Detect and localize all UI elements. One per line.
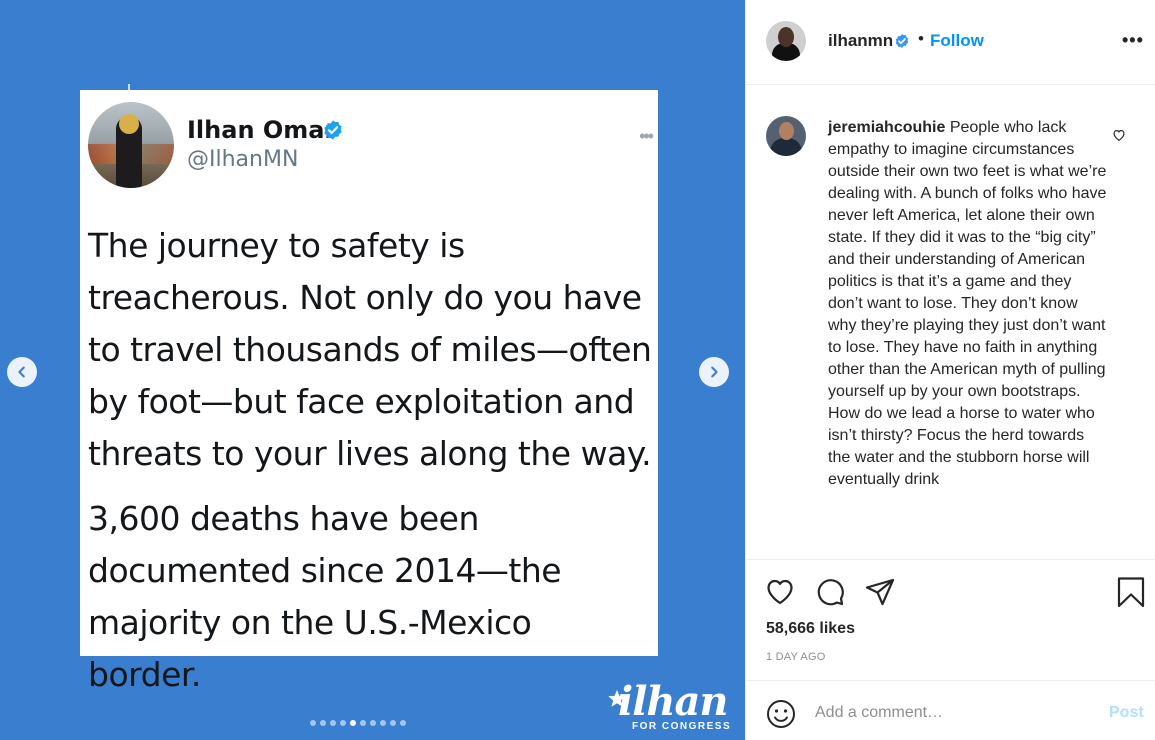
carousel-dot (350, 720, 356, 726)
tweet-paragraph: 3,600 deaths have been documented since … (88, 499, 562, 694)
tweet-paragraph: The journey to safety is treacherous. No… (88, 226, 652, 473)
carousel-dot (390, 720, 396, 726)
more-options-button[interactable]: ••• (1122, 30, 1144, 51)
comment-username[interactable]: jeremiahcouhie (828, 119, 945, 136)
verified-badge-icon (324, 120, 342, 140)
post-comment-button[interactable]: Post (1109, 704, 1144, 722)
post-side-panel: ilhanmn • Follow ••• jeremiahcouhie Peop… (745, 0, 1155, 740)
verified-badge-icon (895, 34, 909, 48)
heart-icon[interactable] (764, 576, 796, 608)
carousel-dot (330, 720, 336, 726)
carousel-dot (380, 720, 386, 726)
post-username[interactable]: ilhanmn (828, 31, 893, 51)
carousel-dot (400, 720, 406, 726)
carousel-dot (370, 720, 376, 726)
carousel-dot (320, 720, 326, 726)
tweet-card: Ilhan Omar @IlhanMN ••• The journey to s… (80, 90, 658, 694)
comment-avatar[interactable] (766, 116, 806, 156)
share-icon[interactable] (864, 576, 896, 608)
follow-button[interactable]: Follow (930, 31, 984, 51)
comment-like-icon[interactable] (1112, 128, 1126, 142)
comment-text: jeremiahcouhie People who lack empathy t… (828, 117, 1110, 491)
post-timestamp[interactable]: 1 DAY AGO (766, 651, 825, 663)
tweet-handle: @IlhanMN (187, 147, 299, 172)
chevron-right-icon (711, 366, 718, 378)
comment-input[interactable] (815, 701, 1095, 725)
post-media: Ilhan Omar @IlhanMN ••• The journey to s… (0, 0, 745, 740)
comment-body: People who lack empathy to imagine circu… (828, 119, 1107, 488)
likes-count[interactable]: 58,666 likes (766, 620, 855, 638)
carousel-dot (340, 720, 346, 726)
brand-name: ilhan (618, 678, 728, 725)
add-comment-bar: Post (746, 680, 1155, 740)
separator-dot: • (918, 29, 924, 48)
previous-slide-button[interactable] (7, 357, 37, 387)
comment-icon[interactable] (814, 576, 846, 608)
carousel-dot (360, 720, 366, 726)
post-actions (746, 576, 1155, 610)
tweet-body: The journey to safety is treacherous. No… (88, 220, 653, 701)
carousel-indicator (310, 720, 406, 726)
comments-list[interactable]: jeremiahcouhie People who lack empathy t… (746, 86, 1155, 560)
avatar[interactable] (766, 21, 806, 61)
brand-logo: ilhan FOR CONGRESS (606, 678, 736, 734)
tweet-author-name: Ilhan Omar (187, 116, 337, 144)
bookmark-icon[interactable] (1115, 576, 1147, 608)
post-header: ilhanmn • Follow ••• (746, 0, 1155, 85)
emoji-icon[interactable] (766, 699, 796, 729)
tweet-avatar (88, 102, 174, 188)
carousel-dot (310, 720, 316, 726)
next-slide-button[interactable] (699, 357, 729, 387)
chevron-left-icon (18, 366, 25, 378)
brand-subtitle: FOR CONGRESS (632, 721, 732, 732)
tweet-more-icon: ••• (639, 126, 654, 146)
